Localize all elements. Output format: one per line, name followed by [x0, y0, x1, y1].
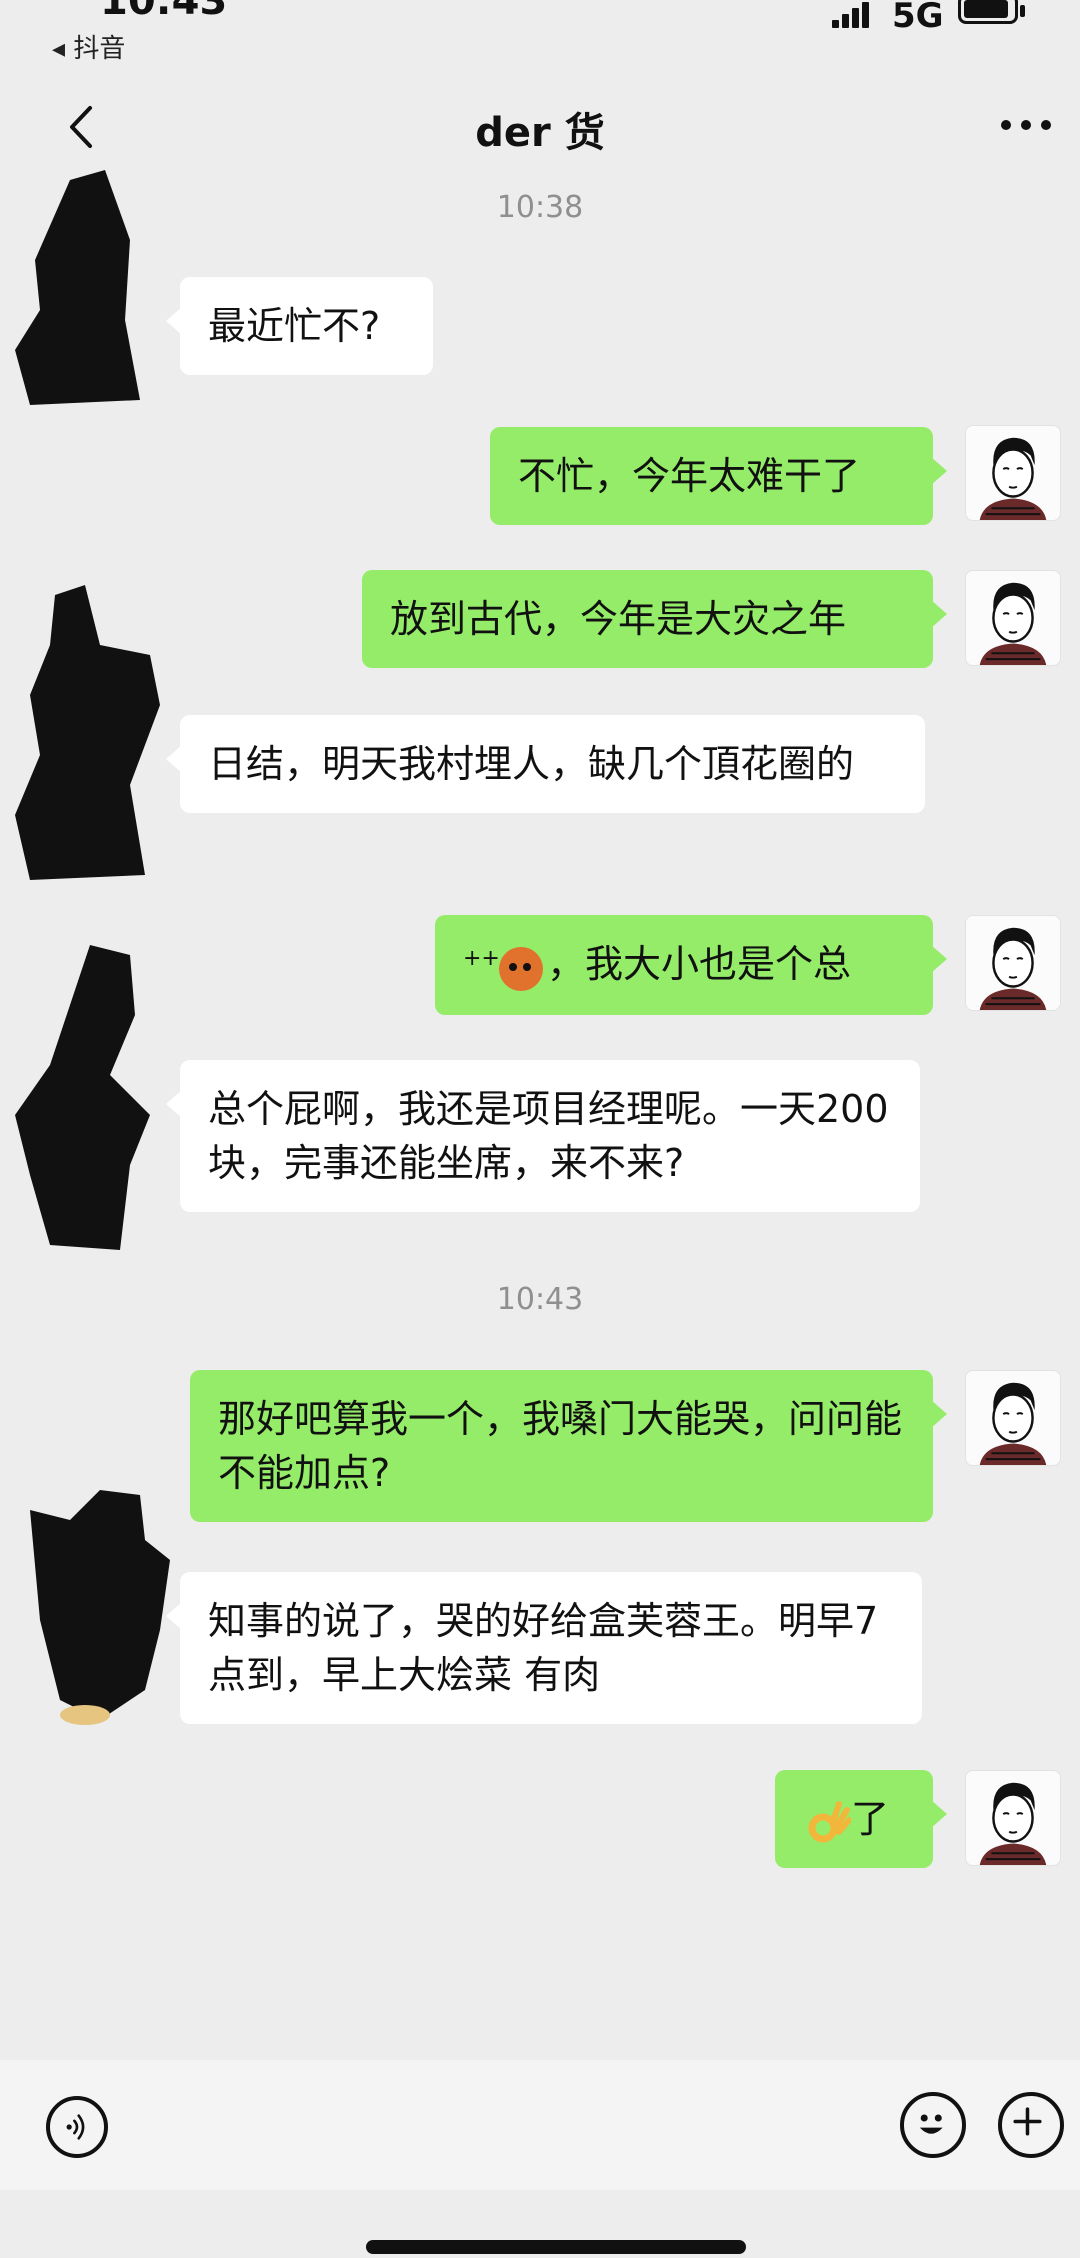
- message-bubble[interactable]: 日结，明天我村埋人，缺几个頂花圈的: [166, 715, 925, 813]
- message-bubble[interactable]: ++ ，我大小也是个总: [435, 915, 947, 1015]
- my-avatar[interactable]: [965, 1370, 1061, 1466]
- my-avatar[interactable]: [965, 570, 1061, 666]
- chat-title: der 货: [475, 110, 605, 156]
- message-bubble[interactable]: 最近忙不?: [166, 277, 433, 375]
- battery-tip: [1020, 5, 1025, 17]
- message-text: ，我大小也是个总: [547, 942, 852, 986]
- voice-icon[interactable]: [46, 2096, 108, 2158]
- emoji-icon[interactable]: [900, 2092, 966, 2158]
- contact-avatar[interactable]: [10, 585, 170, 885]
- my-avatar[interactable]: [965, 425, 1061, 521]
- chat-screen: 10:43 ◂ 抖音 5G der 货 10:38 最近忙不? 不忙，今年太难干…: [0, 0, 1080, 2258]
- my-avatar[interactable]: [965, 1770, 1061, 1866]
- more-icon[interactable]: [998, 100, 1054, 150]
- battery-icon: [958, 0, 1018, 24]
- signal-icon: [832, 2, 872, 28]
- message-text: 了: [851, 1797, 890, 1841]
- svg-text:++: ++: [463, 946, 500, 971]
- message-timestamp: 10:38: [496, 190, 584, 225]
- network-type: 5G: [892, 0, 944, 36]
- message-bubble[interactable]: 总个屁啊，我还是项目经理呢。一天200块，完事还能坐席，来不来?: [166, 1060, 920, 1212]
- message-bubble[interactable]: 知事的说了，哭的好给盒芙蓉王。明早7点到，早上大烩菜 有肉: [166, 1572, 922, 1724]
- input-bar: [0, 2060, 1080, 2190]
- back-to-app-link[interactable]: ◂ 抖音: [52, 28, 125, 65]
- chat-header: der 货: [0, 80, 1080, 170]
- status-bar: 10:43 ◂ 抖音 5G: [0, 0, 1080, 70]
- message-input[interactable]: [150, 2082, 860, 2172]
- home-indicator[interactable]: [366, 2240, 746, 2254]
- plus-icon[interactable]: [998, 2092, 1064, 2158]
- contact-avatar[interactable]: [10, 945, 170, 1255]
- status-time: 10:43: [100, 0, 228, 24]
- doge-emoji: ++: [463, 946, 543, 991]
- ok-hand-emoji: [808, 1800, 851, 1842]
- message-bubble[interactable]: 放到古代，今年是大灾之年: [362, 570, 947, 668]
- message-bubble[interactable]: 那好吧算我一个，我嗓门大能哭，问问能不能加点?: [190, 1370, 947, 1522]
- message-bubble[interactable]: 了: [775, 1770, 947, 1868]
- contact-avatar[interactable]: [10, 170, 150, 410]
- my-avatar[interactable]: [965, 915, 1061, 1011]
- message-bubble[interactable]: 不忙，今年太难干了: [490, 427, 947, 525]
- message-timestamp: 10:43: [496, 1282, 584, 1317]
